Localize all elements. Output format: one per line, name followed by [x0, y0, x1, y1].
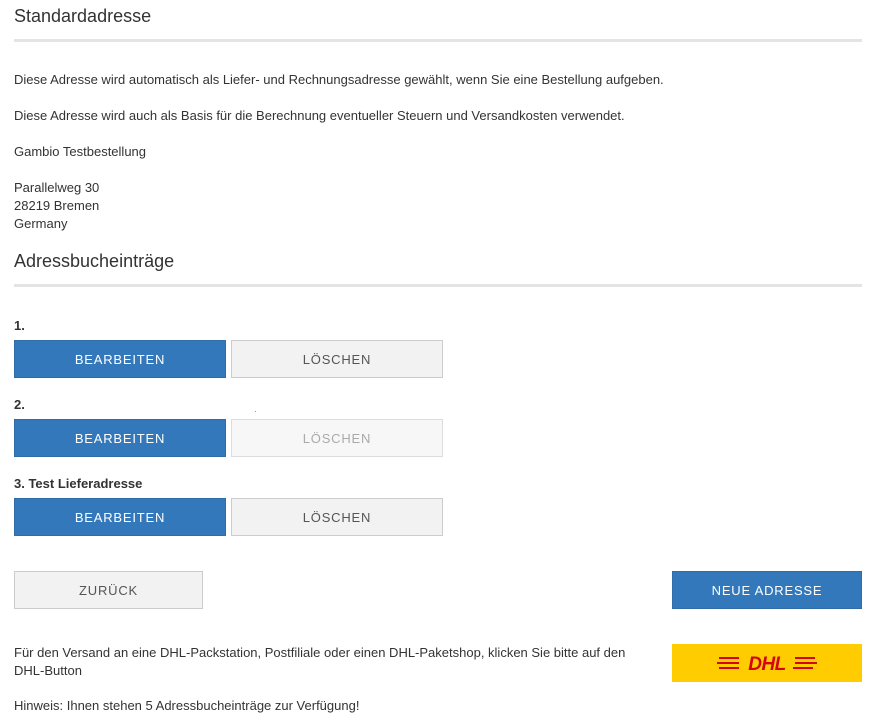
delete-address-button[interactable]: LÖSCHEN [231, 340, 443, 378]
address-limit-hint: Hinweis: Ihnen stehen 5 Adressbucheinträ… [14, 698, 360, 713]
dhl-button[interactable]: DHL [672, 644, 862, 682]
default-address-heading: Standardadresse [14, 6, 152, 26]
dhl-info-text: Für den Versand an eine DHL-Packstation,… [14, 645, 626, 678]
default-address-name: Gambio Testbestellung [14, 144, 147, 159]
edit-address-button[interactable]: BEARBEITEN [14, 340, 226, 378]
default-address-city: 28219 Bremen [14, 198, 100, 213]
edit-address-button[interactable]: BEARBEITEN [14, 419, 226, 457]
address-entry-label: 2. [14, 397, 25, 412]
dhl-logo-text: DHL [748, 654, 786, 675]
default-address-info-2: Diese Adresse wird auch als Basis für di… [14, 108, 625, 123]
heading-divider [14, 284, 862, 287]
default-address-info-1: Diese Adresse wird automatisch als Liefe… [14, 72, 664, 87]
delete-address-button[interactable]: LÖSCHEN [231, 498, 443, 536]
new-address-button[interactable]: NEUE ADRESSE [672, 571, 862, 609]
address-book-heading: Adressbucheinträge [14, 251, 175, 271]
delete-address-button-disabled: LÖSCHEN [231, 419, 443, 457]
address-entry-label: 1. [14, 318, 25, 333]
dhl-logo-icon: DHL [717, 654, 817, 675]
default-address-country: Germany [14, 216, 68, 231]
heading-divider [14, 39, 862, 42]
stray-dot [255, 411, 256, 412]
edit-address-button[interactable]: BEARBEITEN [14, 498, 226, 536]
address-entry-label: 3. Test Lieferadresse [14, 476, 143, 491]
back-button[interactable]: ZURÜCK [14, 571, 203, 609]
default-address-street: Parallelweg 30 [14, 180, 100, 195]
